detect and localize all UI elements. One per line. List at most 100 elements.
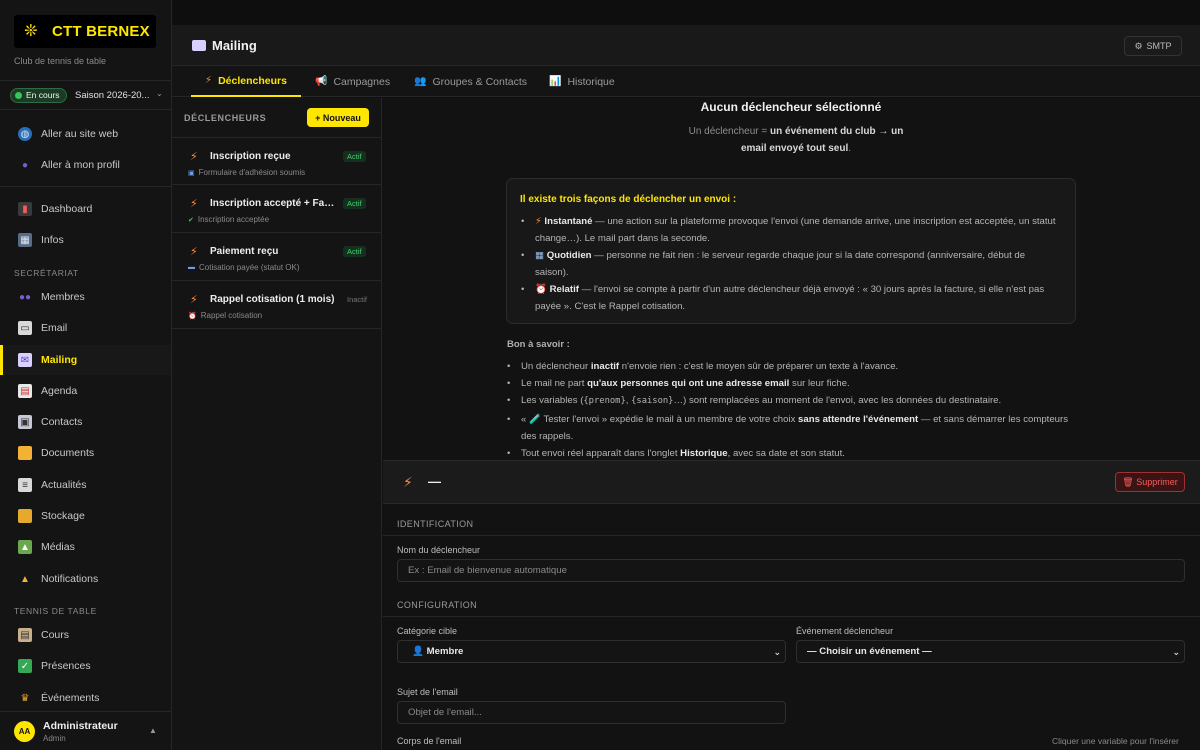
sidebar-item-evenements[interactable]: ♛ Événements: [0, 683, 171, 713]
sidebar-item-mailing[interactable]: ✉ Mailing: [0, 345, 171, 375]
sidebar-item-cours[interactable]: ▤ Cours: [0, 620, 171, 650]
variable-token: {saison}: [631, 396, 674, 407]
status-badge: Inactif: [347, 295, 368, 304]
info-box: Il existe trois façons de déclencher un …: [506, 178, 1076, 324]
event-select[interactable]: — Choisir un événement — ⌄: [796, 640, 1185, 663]
tab-groupes-contacts[interactable]: 👥 Groupes & Contacts: [414, 66, 527, 97]
bolt-icon: ⚡: [190, 246, 198, 258]
bell-icon: ▲: [20, 573, 30, 585]
sidebar-item-actualites[interactable]: ≡ Actualités: [0, 470, 171, 500]
tab-campagnes[interactable]: 📢 Campagnes: [315, 66, 390, 97]
delete-button[interactable]: 🗑 Supprimer: [1115, 472, 1185, 492]
alarm-icon: ⏰: [535, 284, 547, 295]
card-icon: ▬: [188, 264, 195, 271]
news-icon: ≡: [18, 478, 32, 492]
trigger-event-label: Cotisation payée (statut OK): [199, 263, 300, 272]
bolt-icon: ⚡: [190, 151, 198, 163]
sidebar-item-contacts[interactable]: ▣ Contacts: [0, 407, 171, 437]
divider: [383, 535, 1200, 536]
section-title-secretariat: SECRÉTARIAT: [14, 268, 79, 278]
email-icon: ▭: [18, 321, 32, 335]
info-list: ⚡ Instantané — une action sur la platefo…: [521, 213, 1061, 315]
info-term: Instantané: [544, 216, 593, 227]
bolt-icon: ⚡: [190, 198, 198, 210]
bolt-icon: ⚡: [535, 216, 542, 227]
sidebar-item-membres[interactable]: ●● Membres: [0, 282, 171, 312]
tab-declencheurs[interactable]: ⚡ Déclencheurs: [191, 66, 301, 97]
tip-emphasis: inactif: [590, 361, 620, 372]
event-value: — Choisir un événement —: [807, 646, 932, 657]
gear-icon: ⚙: [1134, 40, 1143, 51]
sidebar-item-site-web[interactable]: ◍ Aller au site web: [0, 119, 171, 149]
sidebar-item-stockage[interactable]: Stockage: [0, 501, 171, 531]
season-selector[interactable]: En cours Saison 2026-20... ⌄: [0, 80, 172, 110]
sidebar-item-label: Actualités: [41, 479, 87, 491]
user-name: Administrateur: [43, 720, 118, 732]
empty-state-subtitle: Un déclencheur = un événement du club → …: [676, 123, 916, 157]
smtp-label: SMTP: [1146, 41, 1172, 51]
user-menu[interactable]: AA Administrateur Admin ▲: [0, 711, 171, 750]
tip-text: n'envoie rien : c'est le moyen sûr de pr…: [619, 361, 899, 372]
sidebar-item-label: Aller au site web: [41, 128, 119, 140]
trigger-name: Inscription reçue: [210, 151, 291, 162]
tab-historique[interactable]: 📊 Historique: [549, 66, 615, 97]
tip-emphasis: Historique: [680, 448, 728, 460]
user-icon: ●: [21, 159, 29, 171]
user-role: Admin: [43, 734, 66, 743]
trophy-icon: ♛: [20, 692, 30, 704]
sidebar-item-notifications[interactable]: ▲ Notifications: [0, 564, 171, 594]
list-item: Les variables ({prenom}, {saison}…) sont…: [507, 392, 1077, 410]
status-dot-icon: [15, 92, 22, 99]
trigger-item[interactable]: ⚡ Paiement reçu Actif ▬ Cotisation payée …: [172, 233, 381, 281]
info-text: — une action sur la plateforme provoque …: [535, 216, 1056, 244]
body-label: Corps de l'email: [397, 736, 462, 746]
trigger-item[interactable]: ⚡ Inscription reçue Actif ▣ Formulaire d'…: [172, 137, 381, 185]
season-status-badge: En cours: [10, 88, 67, 103]
variable-hint: Cliquer une variable pour l'insérer: [1052, 736, 1179, 746]
club-logo[interactable]: ❊ CTT BERNEX: [14, 15, 156, 48]
mailing-icon: [192, 40, 206, 51]
info-title: Il existe trois façons de déclencher un …: [520, 194, 737, 205]
sidebar-item-dashboard[interactable]: ▮ Dashboard: [0, 194, 171, 224]
section-title-configuration: CONFIGURATION: [397, 600, 478, 610]
divider: [0, 186, 171, 187]
trigger-help-panel: Aucun déclencheur sélectionné Un déclenc…: [383, 98, 1200, 462]
list-item: « 🧪 Tester l'envoi » expédie le mail à u…: [507, 411, 1077, 445]
new-trigger-button[interactable]: + Nouveau: [307, 108, 369, 127]
sidebar-item-presences[interactable]: ✓ Présences: [0, 651, 171, 681]
trigger-item[interactable]: ⚡ Rappel cotisation (1 mois) Inactif ⏰ Ra…: [172, 281, 381, 329]
season-label: Saison 2026-20...: [75, 90, 150, 101]
tip-text: Un déclencheur: [521, 361, 591, 372]
status-badge: Actif: [343, 198, 366, 209]
trigger-event: ✔ Inscription acceptée: [188, 215, 269, 224]
subject-input[interactable]: Objet de l'email...: [397, 701, 786, 724]
avatar: AA: [14, 721, 35, 742]
sidebar-item-email[interactable]: ▭ Email: [0, 313, 171, 343]
list-item: Un déclencheur inactif n'envoie rien : c…: [507, 358, 1077, 375]
form-icon: ▣: [188, 169, 195, 177]
tab-label: Déclencheurs: [218, 74, 287, 87]
season-status-label: En cours: [26, 90, 60, 100]
users-icon: ●●: [18, 291, 32, 303]
sidebar-item-label: Aller à mon profil: [41, 159, 120, 171]
brand-name: CTT BERNEX: [52, 23, 150, 40]
sidebar-item-label: Membres: [41, 291, 85, 303]
empty-state-title: Aucun déclencheur sélectionné: [700, 100, 882, 114]
sidebar-item-agenda[interactable]: ▤ Agenda: [0, 376, 171, 406]
sidebar-item-infos[interactable]: ▦ Infos: [0, 225, 171, 255]
sidebar-item-label: Notifications: [41, 573, 99, 585]
sidebar-item-label: Agenda: [41, 385, 78, 397]
sidebar-item-profil[interactable]: ● Aller à mon profil: [0, 150, 171, 180]
chevron-down-icon: ⌄: [156, 89, 163, 98]
chevron-down-icon: ⌄: [773, 647, 781, 657]
status-badge: Actif: [343, 246, 366, 257]
status-badge: Actif: [343, 151, 366, 162]
tip-text: Le mail ne part: [521, 378, 588, 390]
trigger-name-input[interactable]: Ex : Email de bienvenue automatique: [397, 559, 1185, 582]
sidebar-item-documents[interactable]: Documents: [0, 438, 171, 468]
sidebar-item-medias[interactable]: ▲ Médias: [0, 532, 171, 562]
sidebar-item-label: Dashboard: [41, 203, 93, 215]
category-select[interactable]: 👤 Membre ⌄: [397, 640, 786, 663]
smtp-settings-button[interactable]: ⚙ SMTP: [1124, 36, 1182, 56]
trigger-item[interactable]: ⚡ Inscription accepté + Facture Actif ✔ I…: [172, 185, 381, 233]
